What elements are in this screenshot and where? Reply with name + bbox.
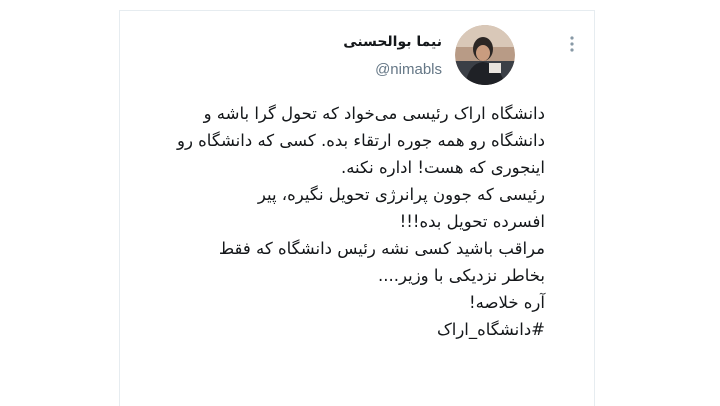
tweet-line-7: بخاطر نزدیکی با وزیر.... [378, 266, 545, 285]
avatar[interactable] [455, 25, 515, 85]
tweet-line-3: اینجوری که هست! اداره نکنه. [340, 158, 545, 177]
tweet-line-4: رئیسی که جوون پرانرژی تحویل نگیره، پیر [257, 185, 545, 204]
tweet-line-8: آره خلاصه! [469, 293, 545, 312]
avatar-image [455, 25, 515, 85]
tweet-body: دانشگاه اراک رئیسی می‌خواد که تحول گرا ب… [125, 100, 545, 343]
tweet-line-6: مراقب باشید کسی نشه رئیس دانشگاه که فقط [218, 239, 545, 258]
tweet-line-5: افسرده تحویل بده!!! [399, 212, 545, 231]
tweet-line-2: دانشگاه رو همه جوره ارتقاء بده. کسی که د… [176, 131, 545, 150]
display-name[interactable]: نیما بوالحسنی [343, 34, 442, 50]
hashtag-link[interactable]: #دانشگاه_اراک [125, 316, 545, 343]
more-vertical-icon[interactable] [566, 34, 578, 54]
page: نیما بوالحسنی @nimabls دانشگاه اراک رئیس… [0, 0, 720, 406]
user-handle[interactable]: @nimabls [375, 61, 442, 78]
tweet-line-1: دانشگاه اراک رئیسی می‌خواد که تحول گرا ب… [203, 104, 545, 123]
